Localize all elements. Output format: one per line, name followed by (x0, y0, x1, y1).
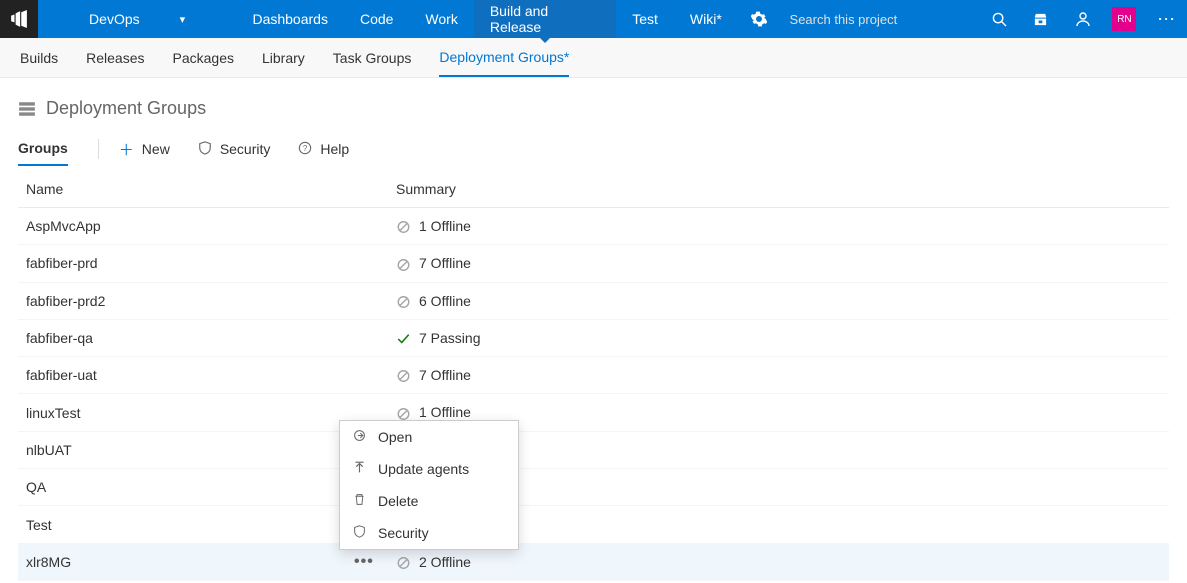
security-label: Security (220, 141, 271, 157)
offline-icon (396, 554, 419, 570)
search-input[interactable] (790, 12, 969, 27)
menu-label: Update agents (378, 461, 469, 477)
table-row[interactable]: nlbUAT1 Offline (18, 432, 1169, 469)
menu-item-security[interactable]: Security (340, 517, 518, 549)
summary-text: 7 Passing (419, 330, 480, 346)
divider (98, 139, 99, 159)
help-label: Help (320, 141, 349, 157)
deployment-groups-icon (18, 100, 36, 118)
more-icon[interactable]: ⋯ (1145, 0, 1187, 38)
new-label: New (142, 141, 170, 157)
row-name[interactable]: AspMvcApp (26, 218, 396, 234)
security-button[interactable]: Security (198, 141, 271, 158)
svg-text:?: ? (303, 144, 308, 153)
nav-tab-test[interactable]: Test (616, 0, 674, 38)
row-summary: 7 Offline (396, 255, 1161, 271)
table-row[interactable]: fabfiber-qa 7 Passing (18, 320, 1169, 357)
table-row[interactable]: Test2 Offline (18, 506, 1169, 543)
project-name: DevOps (89, 11, 140, 27)
row-name[interactable]: fabfiber-qa (26, 330, 396, 346)
sub-nav-task-groups[interactable]: Task Groups (333, 40, 412, 76)
nav-tab-dashboards[interactable]: Dashboards (236, 0, 344, 38)
sub-nav: Builds Releases Packages Library Task Groups… (0, 38, 1187, 78)
table-row[interactable]: fabfiber-prd2 6 Offline (18, 283, 1169, 320)
table-row[interactable]: AspMvcApp 1 Offline (18, 208, 1169, 245)
column-name[interactable]: Name (26, 181, 396, 197)
summary-text: 2 Offline (419, 554, 471, 570)
logo-icon[interactable] (0, 0, 38, 38)
row-name[interactable]: fabfiber-uat (26, 367, 396, 383)
row-name[interactable]: xlr8MG (26, 554, 396, 570)
top-nav: DevOps ▾ DashboardsCodeWorkBuild and Rel… (0, 0, 1187, 38)
menu-item-delete[interactable]: Delete (340, 485, 518, 517)
row-name[interactable]: fabfiber-prd2 (26, 293, 396, 309)
row-name[interactable]: linuxTest (26, 405, 396, 421)
menu-item-open[interactable]: Open (340, 421, 518, 453)
avatar[interactable]: RN (1104, 0, 1146, 38)
row-summary: 7 Offline (396, 367, 1161, 383)
user-icon[interactable] (1062, 0, 1104, 38)
toolbar: Groups ＋ New Security ? Help (0, 131, 1187, 167)
nav-tab-wiki-[interactable]: Wiki* (674, 0, 738, 38)
page-title: Deployment Groups (46, 98, 206, 119)
plus-icon: ＋ (119, 139, 134, 160)
security-icon (352, 525, 366, 541)
column-summary[interactable]: Summary (396, 181, 1161, 197)
help-button[interactable]: ? Help (298, 141, 349, 158)
sub-nav-builds[interactable]: Builds (20, 40, 58, 76)
row-summary: 2 Offline (396, 554, 1161, 570)
table-row[interactable]: linuxTest 1 Offline (18, 394, 1169, 431)
offline-icon (396, 255, 419, 271)
sub-nav-releases[interactable]: Releases (86, 40, 144, 76)
row-summary: 1 Offline (396, 218, 1161, 234)
nav-tab-build-and-release[interactable]: Build and Release (474, 0, 616, 38)
offline-icon (396, 404, 419, 420)
help-icon: ? (298, 141, 312, 158)
table: Name Summary AspMvcApp 1 Offline fabfiber-… (0, 167, 1187, 581)
table-row[interactable]: fabfiber-uat 7 Offline (18, 357, 1169, 394)
search-icon[interactable] (978, 0, 1020, 38)
menu-label: Security (378, 525, 429, 541)
menu-label: Open (378, 429, 412, 445)
summary-text: 6 Offline (419, 293, 471, 309)
more-icon[interactable]: ••• (354, 553, 374, 571)
row-summary: 6 Offline (396, 293, 1161, 309)
update-icon (352, 461, 366, 477)
gear-icon[interactable] (738, 0, 780, 38)
context-menu: Open Update agents Delete Security (339, 420, 519, 550)
nav-tabs: DashboardsCodeWorkBuild and ReleaseTestW… (236, 0, 737, 38)
sub-nav-library[interactable]: Library (262, 40, 305, 76)
table-row[interactable]: xlr8MG••• 2 Offline (18, 544, 1169, 581)
new-button[interactable]: ＋ New (119, 139, 170, 160)
table-row[interactable]: QA1 Offline (18, 469, 1169, 506)
menu-item-update-agents[interactable]: Update agents (340, 453, 518, 485)
table-header: Name Summary (18, 167, 1169, 208)
summary-text: 7 Offline (419, 367, 471, 383)
row-name[interactable]: fabfiber-prd (26, 255, 396, 271)
offline-icon (396, 367, 419, 383)
summary-text: 1 Offline (419, 404, 471, 420)
project-selector[interactable]: DevOps ▾ (38, 0, 237, 38)
summary-text: 1 Offline (419, 218, 471, 234)
chevron-down-icon: ▾ (180, 13, 186, 26)
shield-icon (198, 141, 212, 158)
check-icon (396, 330, 419, 346)
summary-text: 7 Offline (419, 255, 471, 271)
offline-icon (396, 218, 419, 234)
delete-icon (352, 493, 366, 509)
groups-tab[interactable]: Groups (18, 132, 68, 166)
open-icon (352, 429, 366, 445)
search-box[interactable] (780, 0, 979, 38)
table-row[interactable]: fabfiber-prd 7 Offline (18, 245, 1169, 282)
menu-label: Delete (378, 493, 418, 509)
offline-icon (396, 293, 419, 309)
sub-nav-deployment-groups-[interactable]: Deployment Groups* (439, 39, 569, 77)
nav-tab-work[interactable]: Work (409, 0, 473, 38)
row-summary: 1 Offline (396, 404, 1161, 420)
nav-tab-code[interactable]: Code (344, 0, 409, 38)
sub-nav-packages[interactable]: Packages (173, 40, 234, 76)
page-header: Deployment Groups (0, 78, 1187, 131)
row-summary: 7 Passing (396, 330, 1161, 346)
marketplace-icon[interactable] (1020, 0, 1062, 38)
